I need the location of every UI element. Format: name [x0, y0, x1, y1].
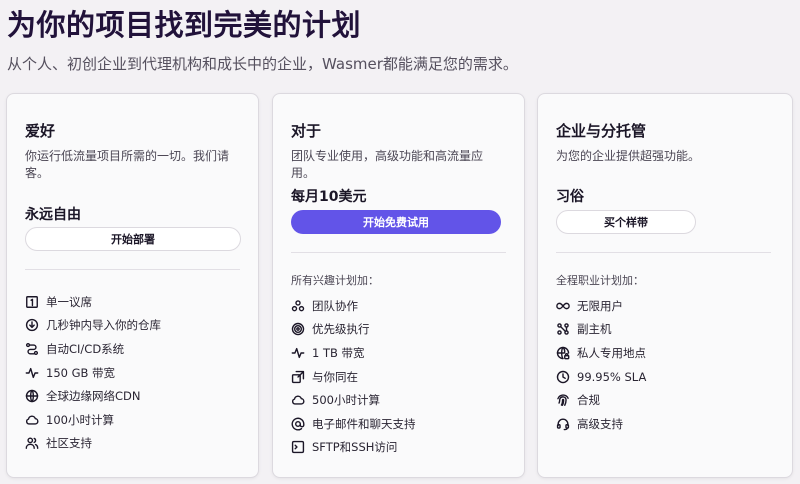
feature-item: 高级支持: [556, 412, 646, 436]
feature-label: 优先级执行: [312, 322, 370, 337]
feature-label: 社区支持: [46, 436, 92, 451]
feature-item: 电子邮件和聊天支持: [291, 412, 416, 436]
feature-item: 自动CI/CD系统: [25, 337, 161, 361]
cloud-icon: [291, 393, 305, 407]
feature-item: 全球边缘网络CDN: [25, 384, 161, 408]
plan-price: 永远自由: [25, 207, 81, 223]
headset-icon: [556, 417, 570, 431]
feature-item: 100小时计算: [25, 408, 161, 432]
users-icon: [25, 436, 39, 450]
plan-card-hobby: 爱好 你运行低流量项目所需的一切。我们请客。 永远自由 开始部署 单一议席几秒钟…: [6, 93, 259, 478]
feature-label: 私人专用地点: [577, 345, 646, 360]
feature-label: 单一议席: [46, 294, 92, 309]
feature-list: 无限用户副主机私人专用地点 99.95% SLA 合规高级支持: [556, 294, 646, 436]
page-subtitle: 从个人、初创企业到代理机构和成长中的企业，Wasmer都能满足您的需求。: [7, 55, 518, 73]
feature-label: 几秒钟内导入你的仓库: [46, 318, 161, 333]
fingerprint-icon: [556, 393, 570, 407]
plan-description: 你运行低流量项目所需的一切。我们请客。: [25, 149, 230, 180]
feature-label: 1 TB 带宽: [312, 345, 365, 360]
feature-item: 无限用户: [556, 294, 646, 318]
feature-label: 团队协作: [312, 298, 358, 313]
nodes-icon: [556, 322, 570, 336]
plan-description: 为您的企业提供超强功能。: [556, 149, 701, 163]
feature-label: 全球边缘网络CDN: [46, 389, 141, 404]
globe-lock-icon: [556, 346, 570, 360]
feature-label: 150 GB 带宽: [46, 365, 116, 380]
pulse-icon: [291, 346, 305, 360]
target-icon: [291, 322, 305, 336]
team-icon: [291, 299, 305, 313]
globe-icon: [25, 389, 39, 403]
feature-item: 私人专用地点: [556, 341, 646, 365]
cloud-icon: [25, 413, 39, 427]
feature-item: 几秒钟内导入你的仓库: [25, 314, 161, 338]
terminal-icon: [291, 440, 305, 454]
plan-card-pro: 对于 团队专业使用，高级功能和高流量应用。 每月10美元 开始免费试用 所有兴趣…: [272, 93, 525, 478]
divider: [556, 252, 771, 253]
feature-label: 电子邮件和聊天支持: [312, 416, 416, 431]
divider: [291, 252, 506, 253]
features-heading: 全程职业计划加：: [556, 274, 644, 287]
download-circle-icon: [25, 318, 39, 332]
book-demo-button[interactable]: 买个样带: [556, 210, 696, 234]
plan-description: 团队专业使用，高级功能和高流量应用。: [291, 149, 484, 180]
feature-label: 100小时计算: [46, 412, 114, 427]
feature-item: 单一议席: [25, 290, 161, 314]
clock-icon: [556, 370, 570, 384]
features-heading: 所有兴趣计划加：: [291, 274, 379, 287]
feature-item: 优先级执行: [291, 318, 416, 342]
plan-title: 对于: [291, 122, 322, 140]
plan-title: 企业与分托管: [556, 122, 647, 140]
feature-list: 团队协作优先级执行 1 TB 带宽 与你同在 500小时计算电子邮件和聊天支持 SFTP…: [291, 294, 416, 459]
pulse-icon: [25, 366, 39, 380]
feature-item: 500小时计算: [291, 388, 416, 412]
at-icon: [291, 417, 305, 431]
feature-item: 150 GB 带宽: [25, 361, 161, 385]
feature-item: 99.95% SLA: [556, 365, 646, 389]
page-title: 为你的项目找到完美的计划: [7, 8, 362, 42]
feature-label: 99.95% SLA: [577, 369, 647, 384]
plan-price: 习俗: [556, 189, 584, 205]
feature-item: 合规: [556, 388, 646, 412]
start-free-trial-button[interactable]: 开始免费试用: [291, 210, 501, 234]
infinity-icon: [556, 299, 570, 313]
feature-item: 副主机: [556, 318, 646, 342]
feature-item: 与你同在: [291, 365, 416, 389]
square-one-icon: [25, 295, 39, 309]
feature-label: 与你同在: [312, 369, 358, 384]
divider: [25, 269, 240, 270]
feature-label: 无限用户: [577, 298, 623, 313]
plan-card-enterprise: 企业与分托管 为您的企业提供超强功能。 习俗 买个样带 全程职业计划加： 无限用…: [537, 93, 793, 478]
plan-title: 爱好: [25, 122, 56, 140]
plan-price: 每月10美元: [291, 189, 367, 205]
feature-label: 自动CI/CD系统: [46, 341, 125, 356]
feature-label: 副主机: [577, 322, 612, 337]
feature-label: 高级支持: [577, 416, 623, 431]
feature-item: 1 TB 带宽: [291, 341, 416, 365]
start-deploy-button[interactable]: 开始部署: [25, 227, 241, 251]
feature-item: 团队协作: [291, 294, 416, 318]
feature-item: 社区支持: [25, 432, 161, 456]
feature-label: 500小时计算: [312, 393, 380, 408]
feature-item: SFTP和SSH访问: [291, 436, 416, 460]
feature-label: 合规: [577, 393, 600, 408]
pipeline-icon: [25, 342, 39, 356]
feature-list: 单一议席几秒钟内导入你的仓库 自动CI/CD系统 150 GB 带宽全球边缘网络CD…: [25, 290, 161, 455]
feature-label: SFTP和SSH访问: [312, 440, 398, 455]
external-link-icon: [291, 370, 305, 384]
